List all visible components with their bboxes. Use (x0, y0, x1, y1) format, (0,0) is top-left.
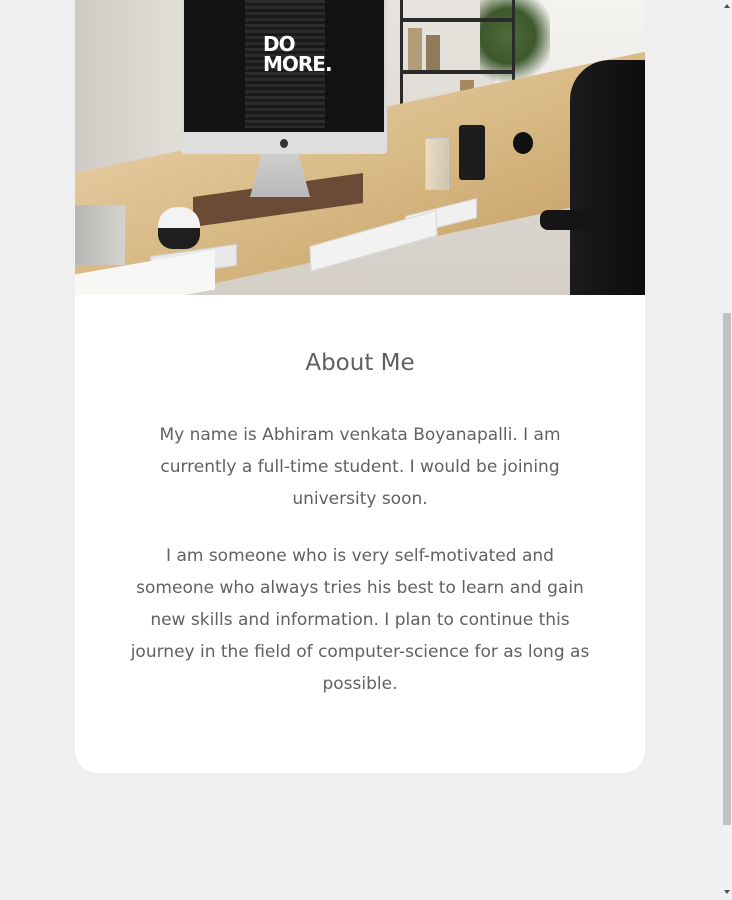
monitor-screen-text: DO MORE. (263, 32, 333, 76)
scroll-down-arrow-icon[interactable] (724, 890, 730, 894)
lamp-icon (459, 125, 485, 180)
scrollbar-thumb[interactable] (723, 313, 731, 825)
scroll-up-arrow-icon[interactable] (724, 4, 730, 8)
desk-setup-image: DO MORE. (75, 0, 645, 295)
about-paragraph-1: My name is Abhiram venkata Boyanapalli. … (159, 425, 561, 509)
vase (158, 207, 200, 249)
about-title: About Me (305, 350, 415, 376)
screen-text-line-1: DO (263, 32, 296, 56)
glass-icon (425, 138, 449, 190)
vertical-scrollbar[interactable] (722, 0, 732, 900)
office-chair (570, 60, 645, 295)
screen-text-line-2: MORE. (263, 52, 333, 76)
headphones-icon (513, 132, 533, 154)
apple-logo-icon (280, 139, 288, 148)
about-card: DO MORE. About Me My name is Abhiram ven… (75, 0, 645, 773)
about-paragraph-2: I am someone who is very self-motivated … (130, 546, 590, 694)
about-content: About Me My name is Abhiram venkata Boya… (75, 347, 645, 700)
pen-cup (75, 205, 125, 265)
page-viewport: DO MORE. About Me My name is Abhiram ven… (0, 0, 722, 900)
